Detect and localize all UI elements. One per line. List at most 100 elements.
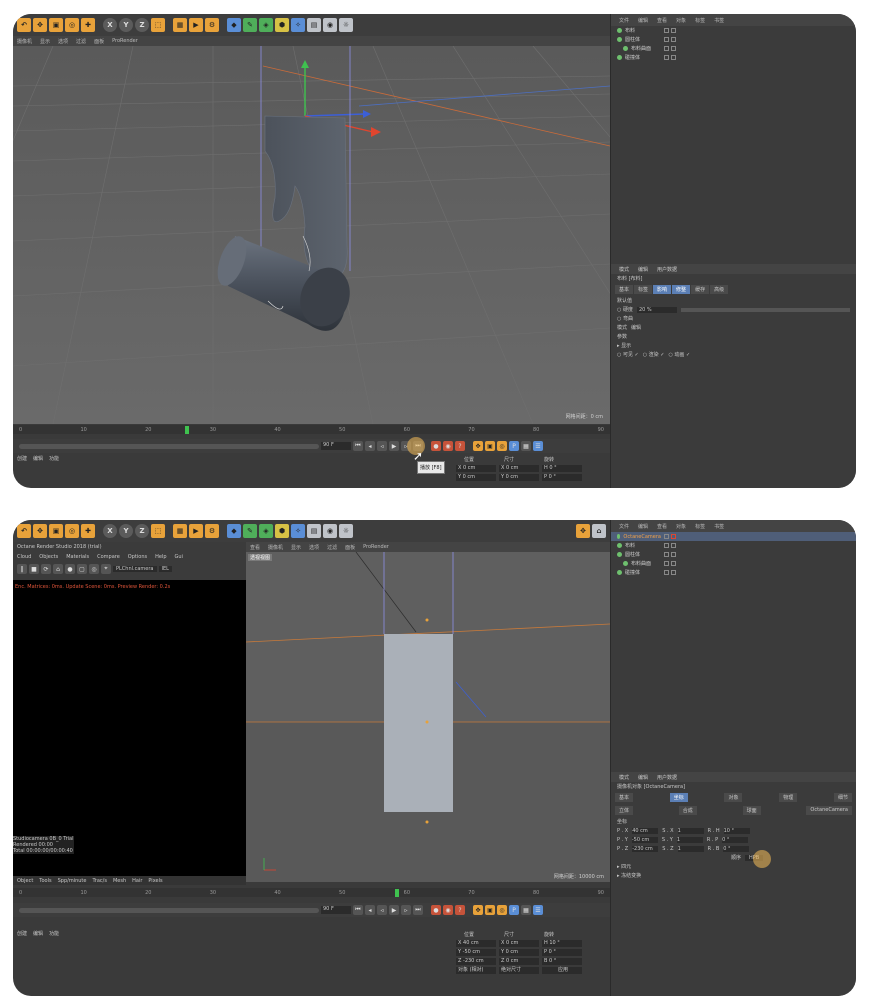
cube-icon[interactable]: ◆ <box>227 524 241 538</box>
prev-frame-icon[interactable]: ◃ <box>377 441 387 451</box>
scale-icon[interactable]: ▣ <box>49 18 63 32</box>
freeze-group[interactable]: ▸ 冻结变换 <box>611 871 856 880</box>
menu-tag[interactable]: 标签 <box>695 17 705 24</box>
stiffness-row[interactable]: ○ 硬度 20 % <box>611 305 856 314</box>
rot-h-field[interactable]: H 10 ° <box>542 940 582 947</box>
camera-icon[interactable]: ◉ <box>323 18 337 32</box>
keyframe-icon[interactable]: ? <box>455 441 465 451</box>
render-picture-icon[interactable]: ▶ <box>189 524 203 538</box>
size-y-field[interactable]: Y 0 cm <box>499 474 539 481</box>
key-pos-icon[interactable]: ✥ <box>473 441 483 451</box>
tab-create[interactable]: 创建 <box>17 455 27 464</box>
region-icon[interactable]: ▢ <box>77 564 87 574</box>
render-mode-select[interactable]: PLChnl.camera <box>113 566 157 572</box>
object-row[interactable]: 碰撞体 <box>611 568 856 577</box>
array-icon[interactable]: ⬢ <box>275 18 289 32</box>
playhead[interactable] <box>185 426 189 434</box>
tab-basic[interactable]: 基本 <box>615 793 634 802</box>
prev-key-icon[interactable]: ◂ <box>365 905 375 915</box>
z-axis-icon[interactable]: Z <box>135 18 149 32</box>
key-param-icon[interactable]: P <box>509 441 519 451</box>
tab-dress[interactable]: 修整 <box>672 285 691 294</box>
y-axis-icon[interactable]: Y <box>119 18 133 32</box>
lock-icon[interactable]: ⌂ <box>53 564 63 574</box>
go-start-icon[interactable]: ⏮ <box>353 441 363 451</box>
key-grid-icon[interactable]: ▦ <box>521 441 531 451</box>
bend-row[interactable]: ○ 弯曲 <box>611 314 856 323</box>
pen-icon[interactable]: ✎ <box>243 18 257 32</box>
key-param-icon[interactable]: P <box>509 905 519 915</box>
undo-icon[interactable]: ↶ <box>17 524 31 538</box>
menu-view[interactable]: 查看 <box>657 17 667 24</box>
size-y-field[interactable]: Y 0 cm <box>499 949 539 956</box>
render-output[interactable]: Enc. Matrices: 0ms. Update Scene: 0ms. P… <box>13 580 246 882</box>
key-pos-icon[interactable]: ✥ <box>473 905 483 915</box>
record-icon[interactable]: ● <box>431 905 441 915</box>
menu-bookmark[interactable]: 书签 <box>714 17 724 24</box>
end-frame-field[interactable]: 90 F <box>321 906 351 914</box>
quaternion-group[interactable]: ▸ 四元 <box>611 862 856 871</box>
scene-icon[interactable]: ▤ <box>307 524 321 538</box>
rotate-icon[interactable]: ◎ <box>65 524 79 538</box>
menu-item[interactable]: 面板 <box>94 38 104 45</box>
tab-advanced[interactable]: 高级 <box>710 285 729 294</box>
menu-object[interactable]: 对象 <box>676 523 686 530</box>
next-frame-icon[interactable]: ▹ <box>401 905 411 915</box>
auto-key-icon[interactable]: ◉ <box>443 905 453 915</box>
subdivision-icon[interactable]: ◈ <box>259 524 273 538</box>
cloth-object[interactable] <box>384 634 453 812</box>
coord-row-y[interactable]: P . Y -50 cm S . Y1 R . P0 ° <box>611 835 856 844</box>
object-row[interactable]: 布料 <box>611 26 856 35</box>
key-rot-icon[interactable]: ◎ <box>497 905 507 915</box>
pin-icon[interactable]: ⌖ <box>101 564 111 574</box>
auto-key-icon[interactable]: ◉ <box>443 441 453 451</box>
y-axis-icon[interactable]: Y <box>119 524 133 538</box>
object-row[interactable]: 碰撞体 <box>611 53 856 62</box>
move-icon[interactable]: ✥ <box>33 18 47 32</box>
pos-z-field[interactable]: Z -230 cm <box>456 958 496 965</box>
object-row[interactable]: 布料 <box>611 541 856 550</box>
tab-octane-camera[interactable]: OctaneCamera <box>806 806 852 815</box>
prev-frame-icon[interactable]: ◃ <box>377 905 387 915</box>
tab-basic[interactable]: 基本 <box>615 285 634 294</box>
prev-key-icon[interactable]: ◂ <box>365 441 375 451</box>
pen-icon[interactable]: ✎ <box>243 524 257 538</box>
tab-spherical[interactable]: 球面 <box>742 806 761 815</box>
object-row[interactable]: 圆柱体 <box>611 550 856 559</box>
pos-y-field[interactable]: Y 0 cm <box>456 474 496 481</box>
sphere-icon[interactable]: ● <box>65 564 75 574</box>
render-kernel-select[interactable]: IEL <box>158 566 172 572</box>
display-group[interactable]: ▸ 显示 <box>611 341 856 350</box>
tab-object[interactable]: 对象 <box>724 793 743 802</box>
frame-range-slider[interactable] <box>19 443 319 449</box>
record-icon[interactable]: ● <box>431 441 441 451</box>
key-scale-icon[interactable]: ▣ <box>485 905 495 915</box>
coord-mode-select[interactable]: 对象 (相对) <box>456 967 496 974</box>
coord-system-icon[interactable]: ⬚ <box>151 18 165 32</box>
size-z-field[interactable]: Z 0 cm <box>499 958 539 965</box>
menu-item[interactable]: 选项 <box>58 38 68 45</box>
menu-edit[interactable]: 编辑 <box>638 523 648 530</box>
render-view-icon[interactable]: ▦ <box>173 18 187 32</box>
tab-edit[interactable]: 编辑 <box>33 455 43 464</box>
size-x-field[interactable]: X 0 cm <box>499 465 539 472</box>
coord-row-z[interactable]: P . Z -230 cm S . Z1 R . B0 ° <box>611 844 856 853</box>
rot-h-field[interactable]: H 0 ° <box>542 465 582 472</box>
pause-render-icon[interactable]: ‖ <box>17 564 27 574</box>
menu-edit[interactable]: 编辑 <box>638 17 648 24</box>
layout-lock-icon[interactable]: ⌂ <box>592 524 606 538</box>
scale-icon[interactable]: ▣ <box>49 524 63 538</box>
x-axis-icon[interactable]: X <box>103 18 117 32</box>
camera-icon[interactable]: ◉ <box>323 524 337 538</box>
render-picture-icon[interactable]: ▶ <box>189 18 203 32</box>
x-axis-icon[interactable]: X <box>103 524 117 538</box>
keyframe-icon[interactable]: ? <box>455 905 465 915</box>
camera-viewport[interactable]: 网格间距：10000 cm 透视视图 <box>246 552 610 882</box>
coord-system-icon[interactable]: ⬚ <box>151 524 165 538</box>
render-view-icon[interactable]: ▦ <box>173 524 187 538</box>
tab-tag[interactable]: 标签 <box>634 285 653 294</box>
menu-item[interactable]: 显示 <box>40 38 50 45</box>
rot-p-field[interactable]: P 0 ° <box>542 474 582 481</box>
light-icon[interactable]: ☼ <box>339 524 353 538</box>
menu-item[interactable]: 摄像机 <box>17 38 32 45</box>
